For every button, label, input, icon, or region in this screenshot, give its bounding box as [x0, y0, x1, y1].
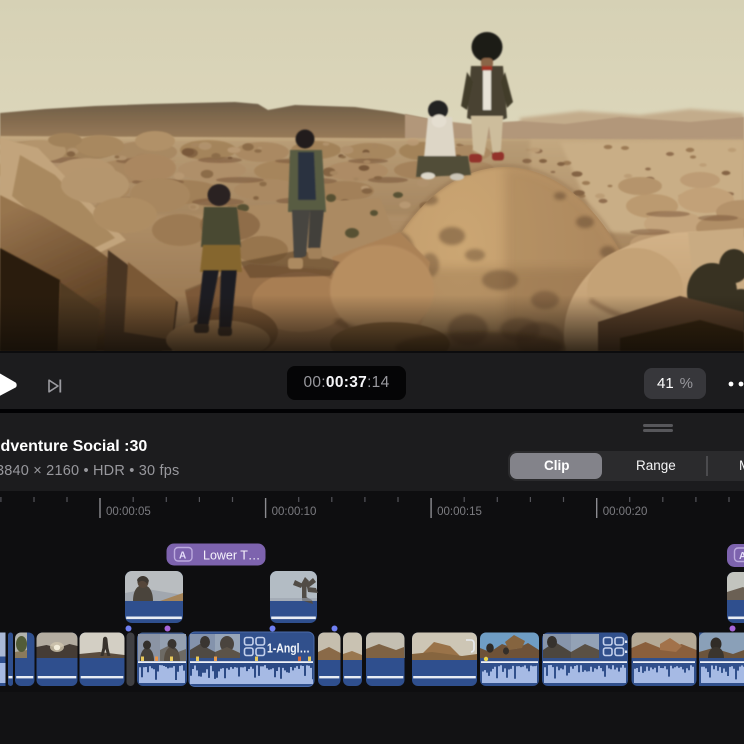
svg-text:1-Angl…: 1-Angl…	[267, 641, 310, 656]
svg-text:00:00:05: 00:00:05	[106, 506, 151, 518]
svg-text:Lower T…: Lower T…	[203, 549, 260, 563]
svg-text:00:00:10: 00:00:10	[272, 506, 317, 518]
svg-text:A: A	[739, 551, 744, 562]
svg-text:A: A	[179, 551, 186, 562]
svg-text:00:00:20: 00:00:20	[603, 506, 648, 518]
svg-text:00:00:15: 00:00:15	[437, 506, 482, 518]
